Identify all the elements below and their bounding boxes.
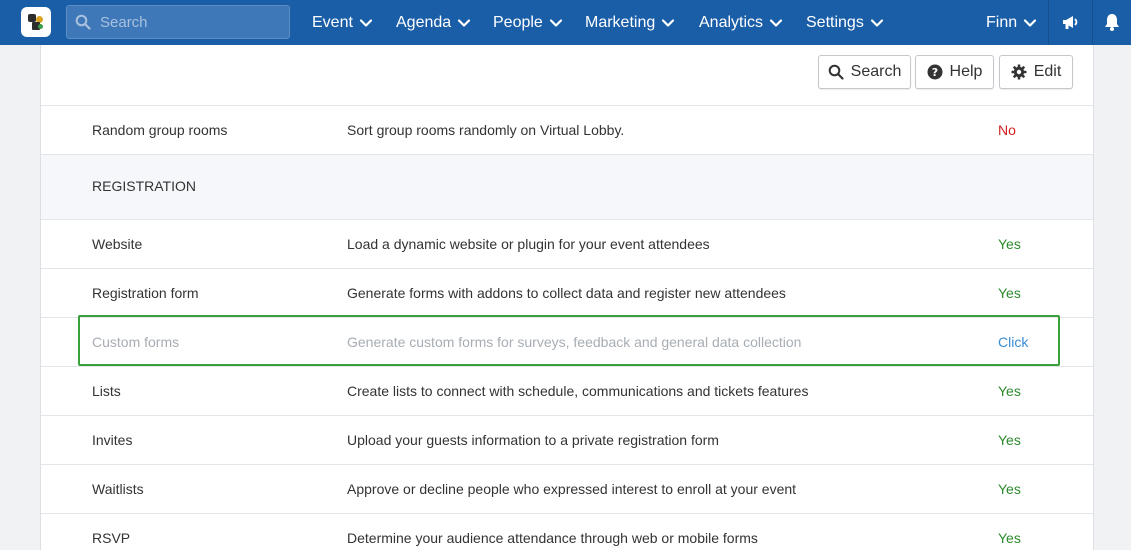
feature-description: Upload your guests information to a priv… xyxy=(347,432,719,448)
feature-name: RSVP xyxy=(92,530,131,546)
edit-button-label: Edit xyxy=(1033,63,1062,80)
help-button-label: Help xyxy=(949,63,983,80)
feature-status[interactable]: Yes xyxy=(998,269,1021,317)
table-row: RSVP Determine your audience attendance … xyxy=(41,514,1093,550)
feature-description: Approve or decline people who expressed … xyxy=(347,481,797,497)
feature-name: Website xyxy=(92,236,143,252)
section-title: REGISTRATION xyxy=(92,178,196,194)
bell-icon[interactable] xyxy=(1102,12,1122,32)
feature-status[interactable]: Yes xyxy=(998,220,1021,268)
nav-label: Event xyxy=(312,13,353,31)
feature-status[interactable]: Yes xyxy=(998,416,1021,464)
feature-description: Load a dynamic website or plugin for you… xyxy=(347,236,710,252)
nav-label: Analytics xyxy=(699,13,764,31)
chevron-down-icon xyxy=(769,18,783,27)
edit-button[interactable]: Edit xyxy=(999,55,1073,89)
nav-divider xyxy=(1092,0,1093,45)
nav-agenda[interactable]: Agenda xyxy=(396,0,471,45)
section-header: REGISTRATION xyxy=(41,155,1093,220)
nav-label: People xyxy=(493,13,543,31)
feature-description: Determine your audience attendance throu… xyxy=(347,530,758,546)
feature-name: Waitlists xyxy=(92,481,144,497)
feature-description: Generate forms with addons to collect da… xyxy=(347,285,786,301)
feature-name: Invites xyxy=(92,432,133,448)
card-toolbar: Search ? Help Edit xyxy=(41,45,1093,106)
chevron-down-icon xyxy=(458,18,471,27)
user-menu[interactable]: Finn xyxy=(986,0,1037,45)
table-row: Registration form Generate forms with ad… xyxy=(41,269,1093,318)
nav-marketing[interactable]: Marketing xyxy=(585,0,675,45)
logo-icon xyxy=(26,12,46,32)
help-button[interactable]: ? Help xyxy=(915,55,994,89)
table-row: Random group rooms Sort group rooms rand… xyxy=(41,106,1093,155)
table-row: Website Load a dynamic website or plugin… xyxy=(41,220,1093,269)
chevron-down-icon xyxy=(359,18,373,27)
feature-description: Sort group rooms randomly on Virtual Lob… xyxy=(347,122,625,138)
table-row: Waitlists Approve or decline people who … xyxy=(41,465,1093,514)
chevron-down-icon xyxy=(662,18,675,27)
search-button[interactable]: Search xyxy=(818,55,911,89)
feature-status[interactable]: Yes xyxy=(998,514,1021,550)
feature-description: Create lists to connect with schedule, c… xyxy=(347,383,809,399)
question-circle-icon: ? xyxy=(927,64,943,80)
chevron-down-icon xyxy=(1024,18,1037,27)
chevron-down-icon xyxy=(549,18,562,27)
gear-icon xyxy=(1011,64,1027,80)
table-row: Custom forms Generate custom forms for s… xyxy=(41,318,1093,367)
table-row: Lists Create lists to connect with sched… xyxy=(41,367,1093,416)
nav-label: Agenda xyxy=(396,13,452,31)
svg-text:?: ? xyxy=(931,66,937,79)
feature-status[interactable]: Yes xyxy=(998,465,1021,513)
table-row: Invites Upload your guests information t… xyxy=(41,416,1093,465)
feature-description: Generate custom forms for surveys, feedb… xyxy=(347,334,802,350)
global-search[interactable] xyxy=(66,5,290,39)
nav-analytics[interactable]: Analytics xyxy=(699,0,783,45)
nav-label: Settings xyxy=(806,13,864,31)
user-name: Finn xyxy=(986,13,1018,31)
settings-card: Search ? Help Edit Random group rooms So… xyxy=(40,45,1094,550)
top-navbar: Event Agenda People Marketing Analytics … xyxy=(0,0,1131,45)
nav-event[interactable]: Event xyxy=(312,0,373,45)
nav-settings[interactable]: Settings xyxy=(806,0,884,45)
nav-divider xyxy=(1048,0,1049,45)
search-icon xyxy=(828,64,844,80)
feature-status[interactable]: Yes xyxy=(998,367,1021,415)
feature-click-link[interactable]: Click xyxy=(998,318,1028,366)
feature-name: Random group rooms xyxy=(92,122,228,138)
app-logo[interactable] xyxy=(21,7,51,37)
nav-people[interactable]: People xyxy=(493,0,563,45)
feature-name: Custom forms xyxy=(92,334,180,350)
feature-name: Registration form xyxy=(92,285,199,301)
feature-status[interactable]: No xyxy=(998,106,1016,154)
chevron-down-icon xyxy=(870,18,883,27)
search-button-label: Search xyxy=(850,63,902,80)
megaphone-icon[interactable] xyxy=(1061,12,1081,32)
nav-label: Marketing xyxy=(585,13,656,31)
search-input[interactable] xyxy=(100,13,280,31)
search-icon xyxy=(75,14,91,30)
feature-name: Lists xyxy=(92,383,121,399)
